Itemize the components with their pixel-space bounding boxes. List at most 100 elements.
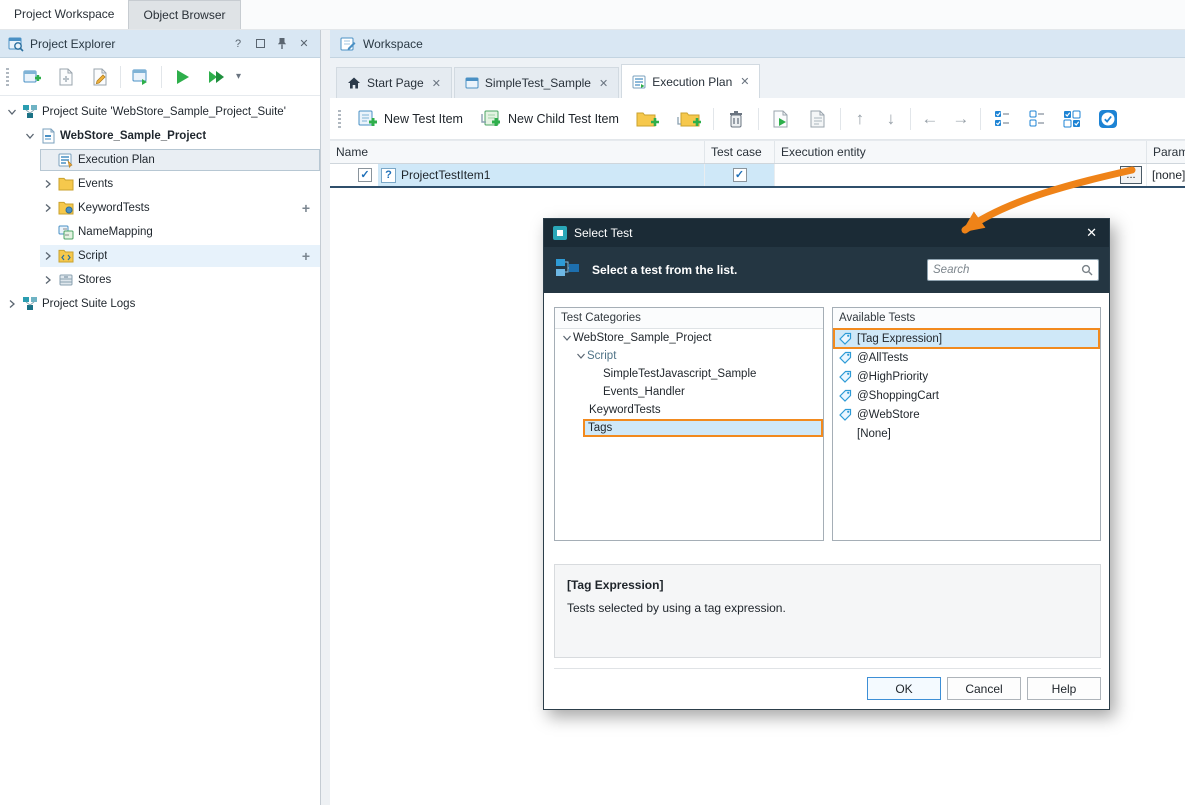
close-icon[interactable]: ✕: [1083, 225, 1100, 241]
toolbar-grip[interactable]: [338, 110, 341, 128]
workspace-icon: [340, 36, 356, 52]
test-categories-header: Test Categories: [555, 308, 823, 329]
panel-divider[interactable]: [321, 30, 330, 805]
tree-item-namemapping[interactable]: NameMapping: [0, 220, 320, 244]
check-all-button[interactable]: [988, 104, 1016, 134]
add-new-item-button[interactable]: [18, 63, 46, 91]
tab-simpletest-sample[interactable]: SimpleTest_Sample ✕: [454, 67, 619, 98]
row-checkbox[interactable]: ✓: [358, 168, 372, 182]
execution-plan-icon: [632, 75, 646, 89]
available-test-tag-expression[interactable]: [Tag Expression]: [834, 329, 1099, 348]
chevron-down-icon[interactable]: [575, 352, 587, 360]
run-project-button[interactable]: [168, 63, 196, 91]
tab-start-page[interactable]: Start Page ✕: [336, 67, 452, 98]
tab-execution-plan[interactable]: Execution Plan ✕: [621, 64, 760, 98]
tree-item-project[interactable]: WebStore_Sample_Project: [0, 124, 320, 148]
button-label: New Test Item: [384, 112, 463, 126]
tree-item-keywordtests[interactable]: KeywordTests +: [0, 196, 320, 220]
tag-icon: [839, 408, 852, 421]
tree-item-events[interactable]: Events: [0, 172, 320, 196]
category-item-events-handler[interactable]: Events_Handler: [555, 383, 823, 401]
add-existing-item-button[interactable]: [52, 63, 80, 91]
close-icon[interactable]: ✕: [740, 75, 749, 88]
run-with-options-button[interactable]: [202, 63, 230, 91]
tab-object-browser[interactable]: Object Browser: [128, 0, 240, 29]
report-button[interactable]: [803, 104, 833, 134]
chevron-right-icon[interactable]: [42, 180, 54, 188]
toolbar-grip[interactable]: [6, 68, 9, 86]
workspace-header: Workspace: [330, 30, 1185, 58]
tree-item-project-suite-logs[interactable]: Project Suite Logs: [0, 292, 320, 316]
chevron-down-icon[interactable]: [561, 334, 573, 342]
delete-button[interactable]: [721, 104, 751, 134]
category-label: WebStore_Sample_Project: [573, 332, 712, 344]
dialog-title-bar[interactable]: Select Test ✕: [544, 219, 1109, 247]
chevron-down-icon[interactable]: [24, 132, 36, 140]
close-icon[interactable]: ✕: [296, 36, 312, 52]
chevron-right-icon[interactable]: [6, 300, 18, 308]
execution-entity-cell: ...: [775, 164, 1147, 186]
new-child-test-item-button[interactable]: New Child Test Item: [475, 104, 624, 134]
available-test-none[interactable]: [None]: [834, 424, 1099, 443]
toolbar-separator: [840, 108, 841, 130]
tree-item-execution-plan[interactable]: Execution Plan: [0, 148, 320, 172]
test-case-checkbox[interactable]: ✓: [733, 168, 747, 182]
organize-tests-button[interactable]: [127, 63, 155, 91]
chevron-down-icon[interactable]: [6, 108, 18, 116]
available-test-alltests[interactable]: @AllTests: [834, 348, 1099, 367]
tab-project-workspace[interactable]: Project Workspace: [0, 0, 128, 29]
cancel-button[interactable]: Cancel: [947, 677, 1021, 700]
outdent-icon[interactable]: ←: [918, 109, 942, 129]
close-icon[interactable]: ✕: [599, 77, 608, 90]
new-test-item-button[interactable]: New Test Item: [351, 104, 468, 134]
category-item-simpletestjavascript[interactable]: SimpleTestJavascript_Sample: [555, 365, 823, 383]
toggle-check-button[interactable]: [1058, 104, 1086, 134]
new-group-button[interactable]: [631, 104, 665, 134]
enable-item-button[interactable]: [1093, 104, 1123, 134]
category-item-script[interactable]: Script: [555, 347, 823, 365]
project-icon: [40, 128, 56, 144]
ok-button[interactable]: OK: [867, 677, 941, 700]
tree-label: Script: [78, 250, 107, 262]
button-label: Help: [1052, 682, 1077, 696]
column-header-name[interactable]: Name: [330, 141, 705, 163]
column-header-test-case[interactable]: Test case: [705, 141, 775, 163]
category-item-project[interactable]: WebStore_Sample_Project: [555, 329, 823, 347]
select-test-banner-icon: [554, 256, 582, 284]
indent-icon[interactable]: →: [949, 109, 973, 129]
chevron-right-icon[interactable]: [42, 276, 54, 284]
category-item-tags[interactable]: Tags: [555, 419, 823, 437]
move-up-icon[interactable]: ↑: [848, 109, 872, 129]
tree-item-project-suite[interactable]: Project Suite 'WebStore_Sample_Project_S…: [0, 100, 320, 124]
tree-item-stores[interactable]: Stores: [0, 268, 320, 292]
help-icon[interactable]: ?: [230, 36, 246, 52]
search-input[interactable]: [933, 264, 1081, 276]
category-label: Tags: [588, 422, 612, 434]
add-script-icon[interactable]: +: [302, 248, 310, 264]
maximize-icon[interactable]: [252, 36, 268, 52]
pin-icon[interactable]: [274, 36, 290, 52]
available-test-highpriority[interactable]: @HighPriority: [834, 367, 1099, 386]
move-down-icon[interactable]: ↓: [879, 109, 903, 129]
edit-item-button[interactable]: [86, 63, 114, 91]
new-child-group-button[interactable]: [672, 104, 706, 134]
run-selected-button[interactable]: [766, 104, 796, 134]
chevron-right-icon[interactable]: [42, 252, 54, 260]
run-dropdown-icon[interactable]: ▾: [236, 71, 241, 82]
column-label: Execution entity: [781, 145, 866, 159]
add-keywordtest-icon[interactable]: +: [302, 200, 310, 216]
column-header-execution-entity[interactable]: Execution entity: [775, 141, 1147, 163]
category-item-keywordtests[interactable]: KeywordTests: [555, 401, 823, 419]
tree-item-script[interactable]: Script +: [0, 244, 320, 268]
close-icon[interactable]: ✕: [432, 77, 441, 90]
table-row[interactable]: ✓ ? ProjectTestItem1 ✓ ... [none]: [330, 164, 1185, 188]
ellipsis-button[interactable]: ...: [1120, 166, 1142, 184]
help-button[interactable]: Help: [1027, 677, 1101, 700]
uncheck-all-button[interactable]: [1023, 104, 1051, 134]
column-header-parameters[interactable]: Param: [1147, 141, 1185, 163]
available-test-webstore[interactable]: @WebStore: [834, 405, 1099, 424]
maximize-glyph: [256, 39, 265, 48]
available-test-shoppingcart[interactable]: @ShoppingCart: [834, 386, 1099, 405]
description-body: Tests selected by using a tag expression…: [567, 601, 1088, 615]
chevron-right-icon[interactable]: [42, 204, 54, 212]
